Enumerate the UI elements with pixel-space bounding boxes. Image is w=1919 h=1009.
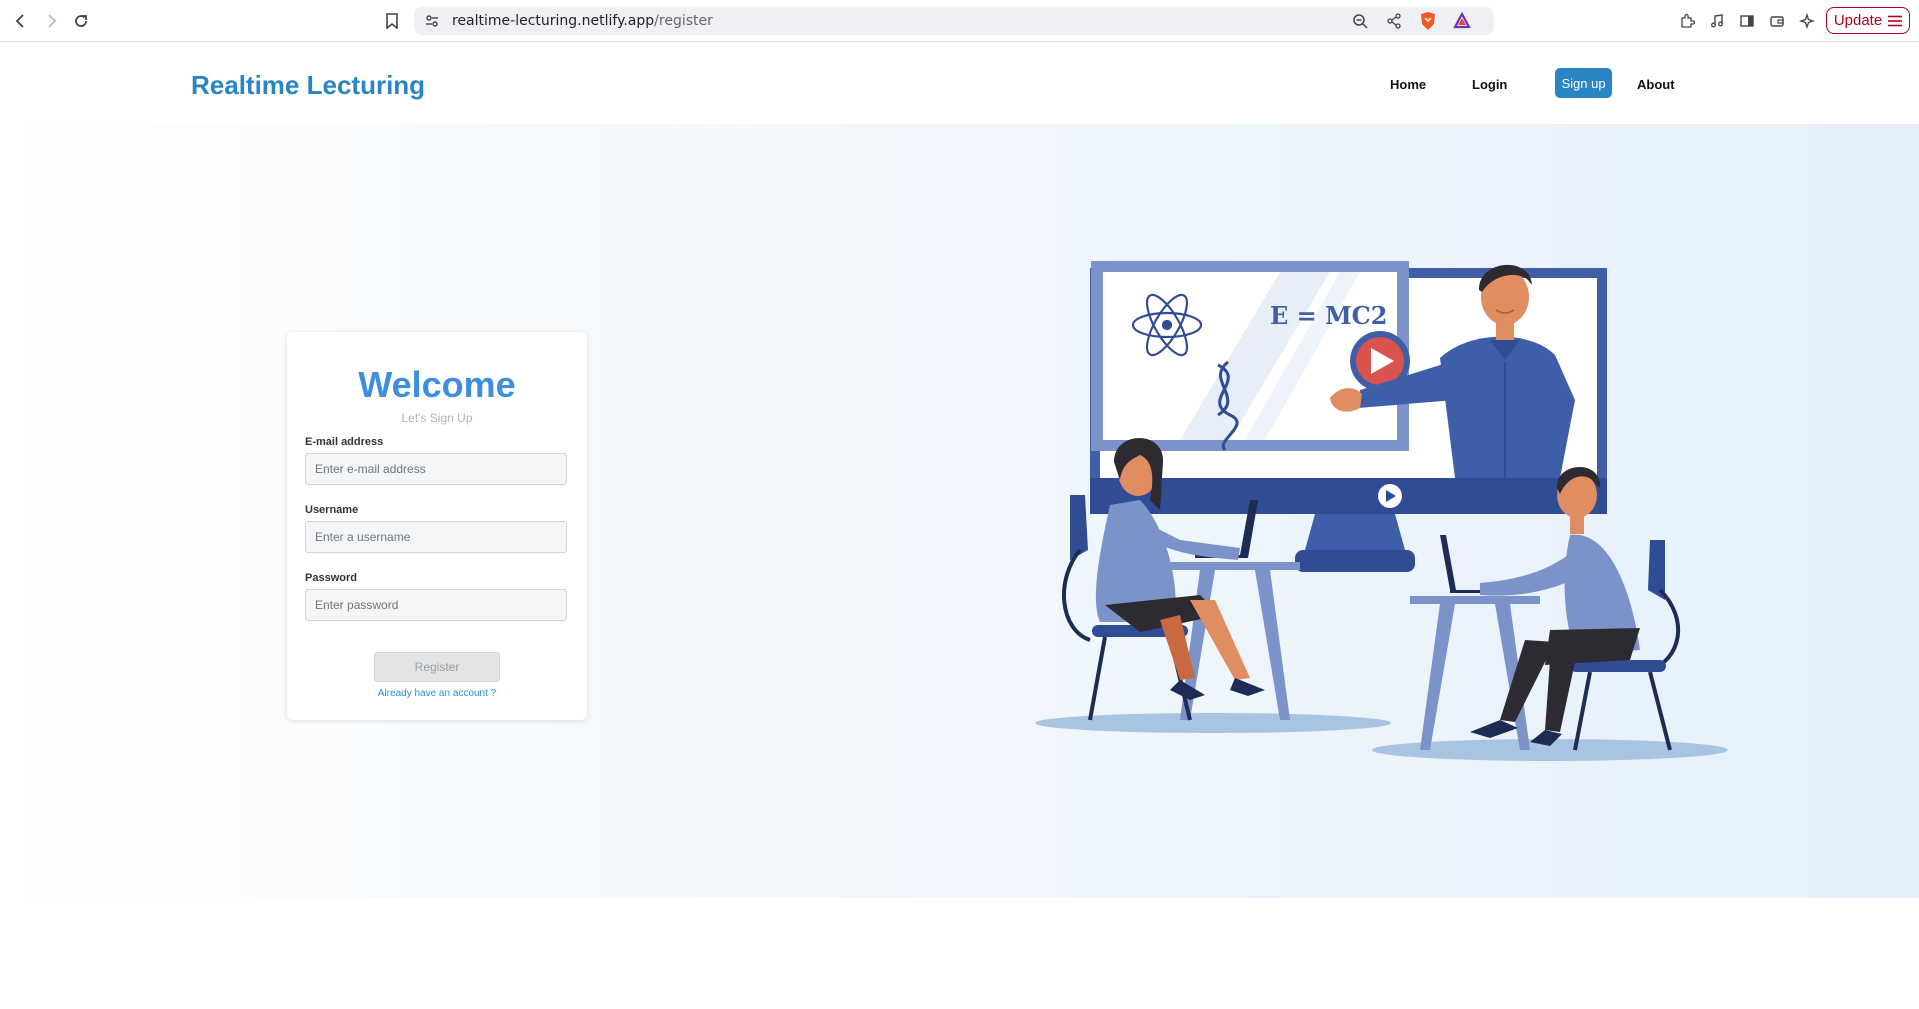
media-icon[interactable] [1706, 10, 1728, 32]
menu-icon [1888, 15, 1903, 26]
site-header: Realtime Lecturing Home Login Sign up Ab… [0, 42, 1919, 125]
update-label: Update [1833, 12, 1883, 29]
wallet-icon[interactable] [1766, 10, 1788, 32]
sidebar-icon[interactable] [1736, 10, 1758, 32]
bookmark-icon[interactable] [380, 9, 404, 33]
right-desk [1410, 535, 1540, 750]
password-label: Password [305, 572, 357, 584]
floor-shadow-left [1035, 713, 1391, 733]
nav-home[interactable]: Home [1390, 77, 1426, 92]
nav-about[interactable]: About [1637, 77, 1675, 92]
update-button[interactable]: Update [1826, 7, 1910, 34]
email-label: E-mail address [305, 436, 384, 448]
register-button[interactable]: Register [374, 652, 500, 682]
username-field[interactable] [305, 521, 567, 553]
brand-logo[interactable]: Realtime Lecturing [191, 70, 425, 101]
brave-shields-icon[interactable] [1418, 11, 1438, 31]
play-icon-small [1378, 484, 1402, 508]
online-lecture-illustration: E = MC2 [1035, 261, 1728, 761]
url-text: realtime-lecturing.netlify.app/register [452, 13, 713, 29]
browser-toolbar: realtime-lecturing.netlify.app/register … [0, 0, 1919, 42]
url-host: realtime-lecturing.netlify.app [452, 13, 655, 29]
email-field[interactable] [305, 453, 567, 485]
leo-ai-icon[interactable] [1796, 10, 1818, 32]
board-equation: E = MC2 [1270, 301, 1387, 330]
brave-rewards-icon[interactable] [1452, 11, 1472, 31]
nav-login[interactable]: Login [1472, 77, 1507, 92]
welcome-subtitle: Let's Sign Up [401, 411, 473, 425]
forward-icon[interactable] [39, 9, 63, 33]
site-settings-icon[interactable] [422, 11, 442, 31]
back-icon[interactable] [9, 9, 33, 33]
nav-signup[interactable]: Sign up [1555, 68, 1612, 98]
extensions-icon[interactable] [1676, 10, 1698, 32]
welcome-title: Welcome [358, 364, 516, 405]
share-icon[interactable] [1384, 11, 1404, 31]
zoom-icon[interactable] [1350, 11, 1370, 31]
url-path: /register [654, 13, 713, 29]
register-card: Welcome Let's Sign Up E-mail address Use… [287, 332, 587, 720]
username-label: Username [305, 504, 359, 516]
login-link[interactable]: Already have an account ? [287, 688, 587, 699]
password-field[interactable] [305, 589, 567, 621]
reload-icon[interactable] [69, 9, 93, 33]
address-bar[interactable]: realtime-lecturing.netlify.app/register [414, 7, 1494, 35]
